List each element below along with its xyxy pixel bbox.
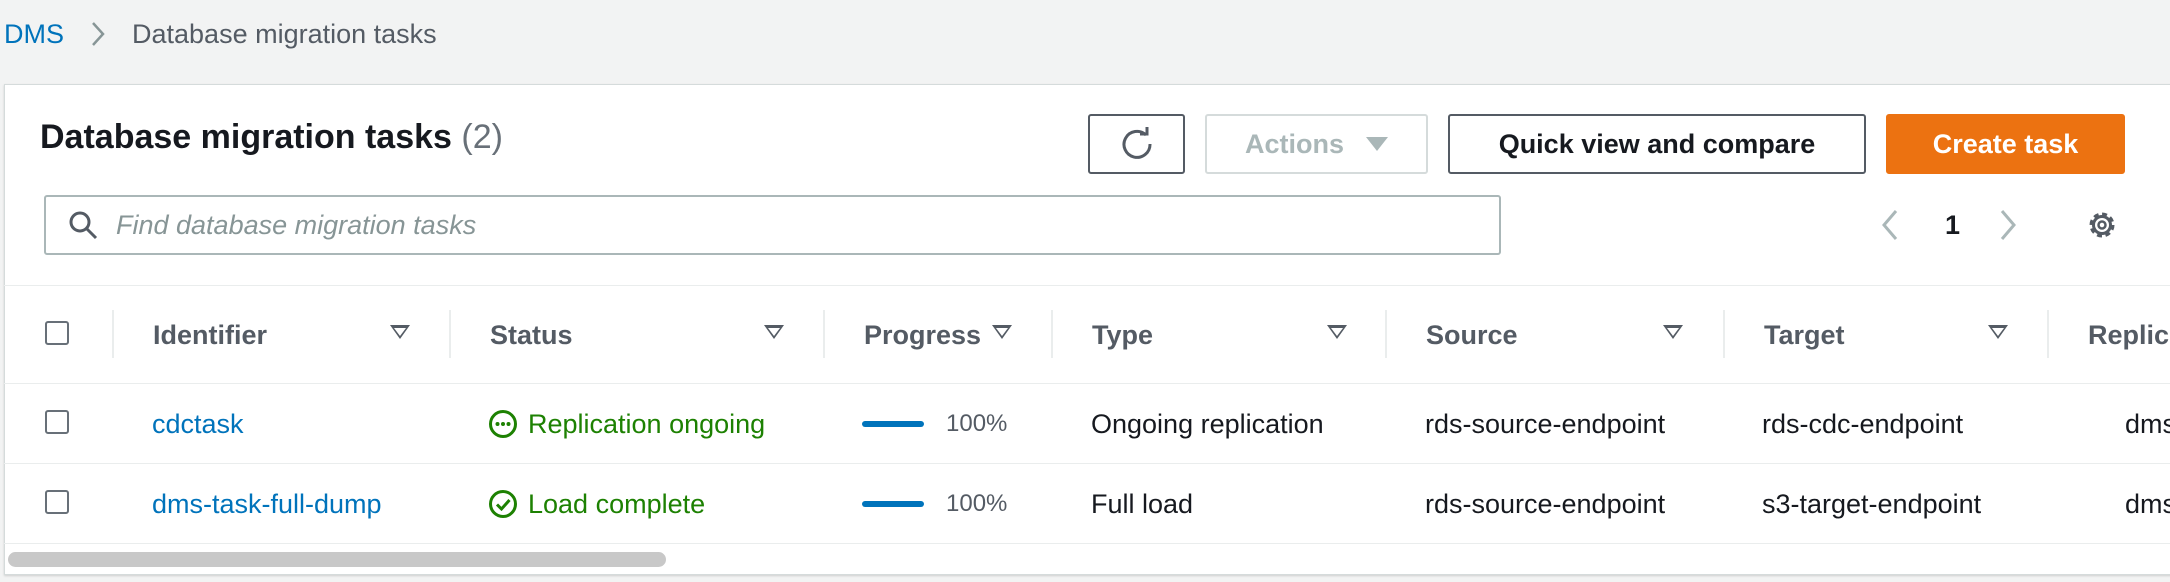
progress-cell: 100%	[862, 484, 1007, 524]
column-header-replication[interactable]: Replic	[2088, 310, 2169, 360]
caret-down-icon	[1366, 137, 1388, 151]
breadcrumb-dms-link[interactable]: DMS	[4, 19, 64, 50]
progress-text: 100%	[946, 490, 1008, 517]
target-endpoint: rds-cdc-endpoint	[1762, 408, 1964, 439]
replication-instance: dmsre	[2125, 408, 2170, 439]
sort-icon[interactable]	[390, 325, 410, 339]
create-task-button[interactable]: Create task	[1886, 114, 2125, 174]
column-header-target[interactable]: Target	[1764, 310, 1845, 360]
search-placeholder: Find database migration tasks	[116, 209, 477, 240]
sort-icon[interactable]	[1327, 325, 1347, 339]
check-circle-icon	[488, 489, 518, 519]
sort-icon[interactable]	[1663, 325, 1683, 339]
column-header-type[interactable]: Type	[1092, 310, 1153, 360]
sort-icon[interactable]	[1988, 325, 2008, 339]
actions-dropdown[interactable]: Actions	[1205, 114, 1428, 174]
task-type: Full load	[1091, 488, 1194, 519]
column-separator[interactable]	[2047, 310, 2049, 358]
progress-bar	[862, 501, 924, 507]
source-endpoint: rds-source-endpoint	[1425, 408, 1666, 439]
row-checkbox[interactable]	[45, 410, 69, 434]
progress-text: 100%	[946, 410, 1008, 437]
gear-icon	[2085, 208, 2119, 242]
progress-cell: 100%	[862, 404, 1007, 444]
status-badge: Load complete	[488, 484, 705, 524]
row-checkbox[interactable]	[45, 490, 69, 514]
sort-icon[interactable]	[992, 325, 1012, 339]
status-text: Load complete	[528, 488, 706, 519]
page-title: Database migration tasks (2)	[40, 118, 503, 156]
column-header-progress[interactable]: Progress	[864, 310, 981, 360]
source-endpoint: rds-source-endpoint	[1425, 488, 1666, 519]
status-text: Replication ongoing	[528, 408, 766, 439]
search-icon	[68, 210, 98, 240]
refresh-button[interactable]	[1088, 114, 1185, 174]
column-separator[interactable]	[1385, 310, 1387, 358]
column-separator[interactable]	[823, 310, 825, 358]
breadcrumb: DMS Database migration tasks	[4, 0, 437, 68]
select-all-checkbox[interactable]	[45, 321, 69, 345]
quick-view-compare-button[interactable]: Quick view and compare	[1448, 114, 1866, 174]
search-input[interactable]: Find database migration tasks	[44, 195, 1501, 255]
actions-label: Actions	[1244, 128, 1344, 159]
column-header-identifier[interactable]: Identifier	[153, 310, 267, 360]
column-header-source[interactable]: Source	[1426, 310, 1518, 360]
replication-instance: dmsre	[2125, 488, 2170, 519]
column-separator[interactable]	[1723, 310, 1725, 358]
chevron-right-icon	[90, 20, 106, 48]
sort-icon[interactable]	[764, 325, 784, 339]
task-link-cdctask[interactable]: cdctask	[152, 404, 244, 444]
task-link-dms-task-full-dump[interactable]: dms-task-full-dump	[152, 484, 382, 524]
header-divider	[4, 383, 2170, 384]
column-separator[interactable]	[449, 310, 451, 358]
column-separator[interactable]	[1051, 310, 1053, 358]
chevron-right-icon	[1998, 208, 2018, 242]
target-endpoint: s3-target-endpoint	[1762, 488, 1982, 519]
progress-bar	[862, 421, 924, 427]
row-divider	[4, 543, 2170, 544]
chevron-left-icon	[1880, 208, 1900, 242]
refresh-icon	[1119, 126, 1155, 162]
pagination-prev-button[interactable]	[1880, 200, 1900, 250]
table-top-divider	[4, 285, 2170, 286]
pagination-next-button[interactable]	[1998, 200, 2018, 250]
row-divider	[4, 463, 2170, 464]
task-count: (2)	[461, 118, 503, 156]
breadcrumb-current: Database migration tasks	[132, 18, 437, 49]
preferences-button[interactable]	[2085, 200, 2119, 250]
task-type: Ongoing replication	[1091, 408, 1324, 439]
ellipsis-circle-icon	[488, 409, 518, 439]
column-separator	[112, 310, 114, 358]
status-badge: Replication ongoing	[488, 404, 765, 444]
horizontal-scrollbar[interactable]	[8, 552, 666, 567]
column-header-status[interactable]: Status	[490, 310, 573, 360]
pagination-page-1[interactable]: 1	[1945, 200, 1960, 250]
